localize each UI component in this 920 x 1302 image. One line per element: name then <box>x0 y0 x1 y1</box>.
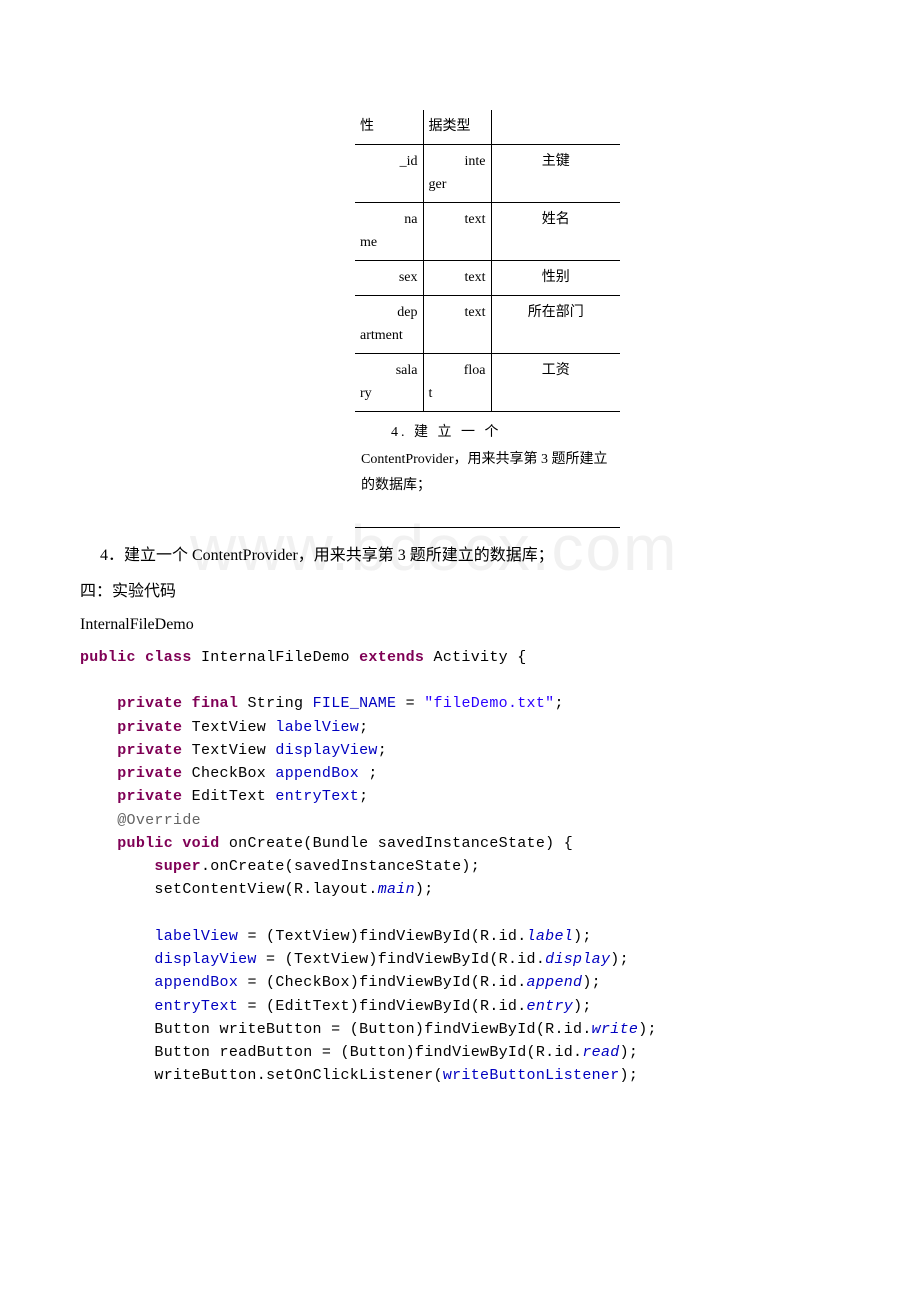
rid-display: display <box>545 951 610 968</box>
rid-entry: entry <box>527 998 574 1015</box>
paragraph-4: 4．建立一个 ContentProvider，用来共享第 3 题所建立的数据库； <box>80 543 840 569</box>
rid-main: main <box>378 881 415 898</box>
rid-write: write <box>592 1021 639 1038</box>
note-row: 4. 建 立 一 个 ContentProvider，用来共享第 3 题所建立的… <box>355 411 620 507</box>
kw-public: public <box>80 649 136 666</box>
table-row: artment <box>355 325 620 354</box>
fld-appendbox: appendBox <box>275 765 359 782</box>
code-block: public class InternalFileDemo extends Ac… <box>80 646 840 1088</box>
table-row: sala floa 工资 <box>355 354 620 383</box>
fld-displayview: displayView <box>275 742 377 759</box>
kw-super: super <box>154 858 201 875</box>
kw-class: class <box>145 649 192 666</box>
table-row: ry t <box>355 383 620 412</box>
kw-private: private <box>117 695 182 712</box>
writelistener: writeButtonListener <box>443 1067 620 1084</box>
class-label: InternalFileDemo <box>80 612 840 638</box>
str-filedemo: "fileDemo.txt" <box>424 695 554 712</box>
note-line1: 4. 建 立 一 个 <box>361 420 614 447</box>
table-row: na text 姓名 <box>355 203 620 232</box>
table-header: 性 据类型 <box>355 110 620 145</box>
fld-labelview: labelView <box>275 719 359 736</box>
rid-label: label <box>527 928 574 945</box>
file-name-const: FILE_NAME <box>313 695 397 712</box>
cls-name: InternalFileDemo <box>201 649 350 666</box>
kw-final: final <box>192 695 239 712</box>
table-row: _id inte 主键 <box>355 145 620 174</box>
rid-read: read <box>582 1044 619 1061</box>
header-type: 据类型 <box>423 110 491 145</box>
table-row: dep text 所在部门 <box>355 296 620 325</box>
schema-table: 性 据类型 _id inte 主键 ger na text 姓 <box>355 110 620 528</box>
base-class: Activity <box>434 649 508 666</box>
outer-frame-table: 性 据类型 _id inte 主键 ger na text 姓 <box>140 110 620 528</box>
header-attrib: 性 <box>355 110 423 145</box>
kw-extends: extends <box>359 649 424 666</box>
header-desc <box>491 110 620 145</box>
fld-entrytext: entryText <box>275 788 359 805</box>
fn-oncreate: onCreate <box>229 835 303 852</box>
note-line2: ContentProvider，用来共享第 3 题所建立的数据库； <box>361 447 614 500</box>
annotation-override: @Override <box>117 812 201 829</box>
table-row: sex text 性别 <box>355 260 620 295</box>
kw-void: void <box>182 835 219 852</box>
section-heading: 四：实验代码 <box>80 579 840 605</box>
frame-bottom <box>355 508 620 528</box>
table-row: ger <box>355 174 620 203</box>
rid-append: append <box>527 974 583 991</box>
table-row: me <box>355 232 620 261</box>
